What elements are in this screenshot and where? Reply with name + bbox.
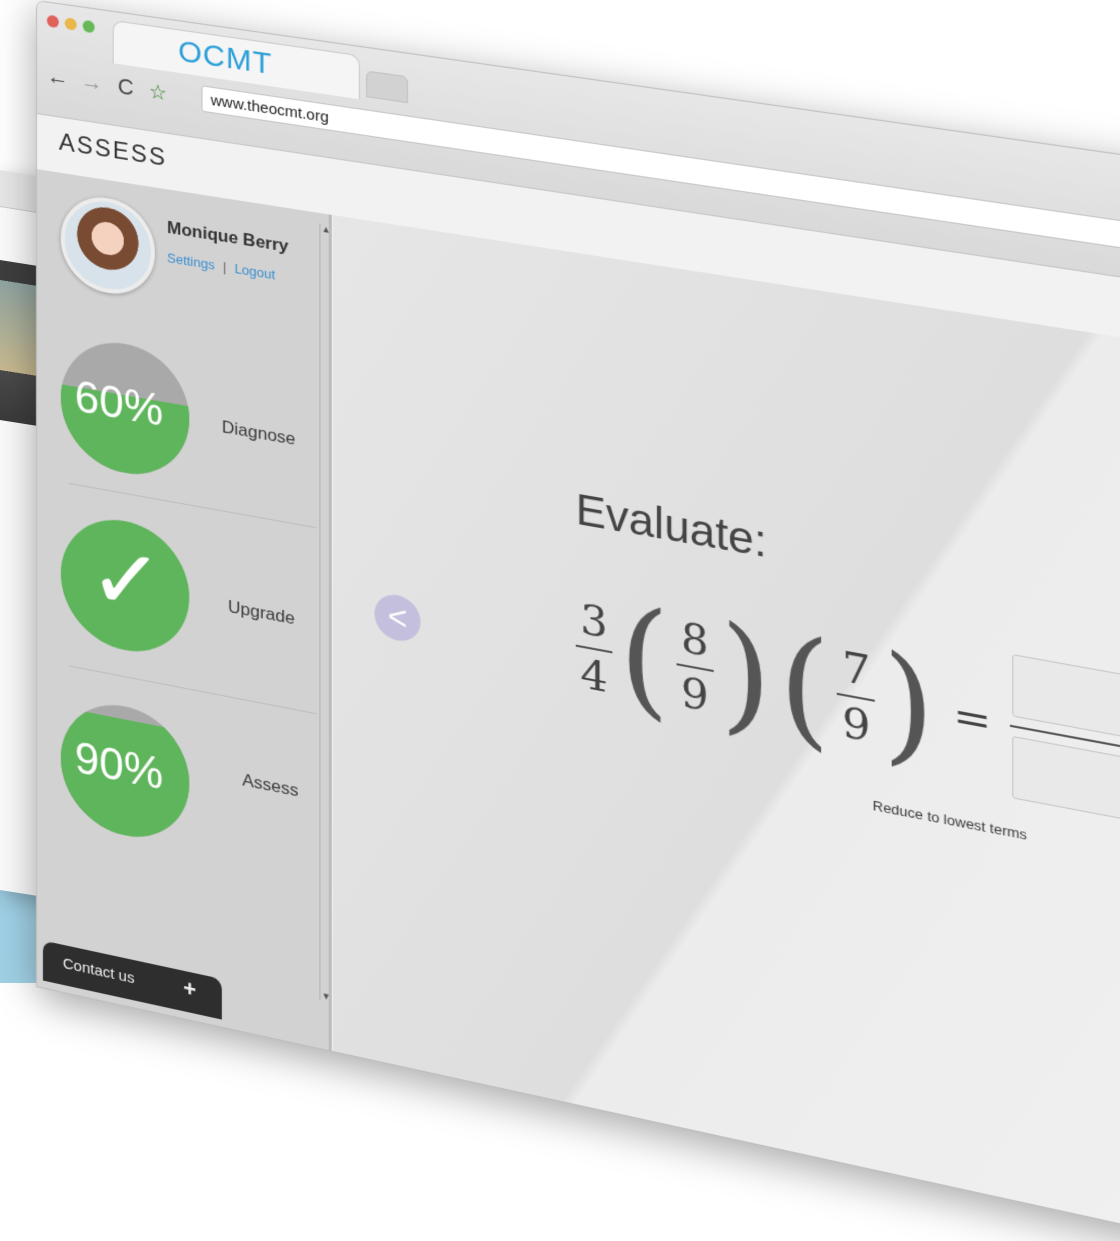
plus-icon: + — [183, 974, 197, 1003]
chevron-left-icon[interactable]: < — [374, 591, 421, 645]
link-separator: | — [222, 258, 227, 275]
minimize-window-button[interactable] — [64, 17, 77, 31]
back-arrow-icon[interactable]: ← — [47, 63, 69, 92]
fraction: 8 9 — [676, 613, 714, 722]
metric-diagnose[interactable]: 60% Diagnose — [51, 331, 314, 518]
sidebar: ▲ ▼ Monique Berry Settings | Logout 60% Di… — [36, 169, 332, 1051]
forward-arrow-icon[interactable]: → — [81, 68, 103, 97]
math-expression: 3 4 ( 8 9 ) ( 7 9 ) = — [575, 576, 1120, 822]
left-paren: ( — [618, 580, 670, 736]
right-paren: ) — [720, 598, 772, 755]
progress-circle: ✓ — [60, 509, 190, 663]
checkmark-icon: ✓ — [88, 523, 165, 639]
logout-link[interactable]: Logout — [234, 261, 275, 283]
answer-hint: Reduce to lowest terms — [872, 797, 1027, 844]
denominator-answer-input[interactable] — [1012, 735, 1120, 822]
left-paren: ( — [778, 608, 831, 766]
user-profile: Monique Berry Settings | Logout — [55, 184, 329, 319]
progress-circle: 60% — [60, 333, 190, 485]
window-controls — [46, 14, 95, 34]
user-name: Monique Berry — [167, 217, 289, 257]
new-tab-button[interactable] — [366, 70, 408, 104]
denominator: 4 — [580, 649, 608, 703]
metric-label: Diagnose — [221, 416, 296, 450]
settings-link[interactable]: Settings — [167, 250, 215, 273]
metric-assess[interactable]: 90% Assess — [51, 692, 314, 887]
denominator: 9 — [842, 697, 871, 753]
progress-circle: 90% — [60, 693, 190, 849]
contact-us-tab[interactable]: Contact us + — [42, 940, 222, 1020]
reload-icon[interactable]: C — [115, 73, 137, 102]
app-title: ASSESS — [58, 128, 168, 173]
numerator: 7 — [842, 642, 871, 697]
equals-sign: = — [953, 690, 992, 748]
numerator-answer-input[interactable] — [1012, 654, 1120, 739]
right-paren: ) — [882, 627, 936, 786]
bookmark-star-icon[interactable]: ☆ — [149, 78, 167, 106]
avatar[interactable] — [60, 190, 155, 301]
metric-label: Assess — [242, 770, 299, 801]
fraction: 7 9 — [837, 642, 876, 753]
numerator: 8 — [680, 613, 709, 668]
answer-fraction — [1009, 654, 1120, 822]
browser-window: OCMT ← → C ☆ www.theocmt.org ASSESS ▲ ▼ … — [36, 0, 1120, 1241]
zoom-window-button[interactable] — [82, 19, 95, 34]
tab-title: OCMT — [178, 34, 273, 82]
question-heading: Evaluate: — [575, 484, 767, 567]
question-panel: ▸ < > Evaluate: 3 4 ( 8 9 ) ( 7 9 ) — [332, 215, 1120, 1240]
navigation-buttons: ← → C ☆ — [47, 63, 167, 107]
close-window-button[interactable] — [46, 14, 59, 29]
sidebar-scrollbar[interactable]: ▲ ▼ — [319, 223, 331, 1003]
profile-links: Settings | Logout — [167, 250, 275, 283]
numerator: 3 — [580, 595, 608, 649]
scroll-down-icon[interactable]: ▼ — [322, 990, 331, 1002]
denominator: 9 — [680, 668, 709, 722]
metric-label: Upgrade — [227, 596, 295, 629]
fraction: 3 4 — [575, 595, 613, 703]
